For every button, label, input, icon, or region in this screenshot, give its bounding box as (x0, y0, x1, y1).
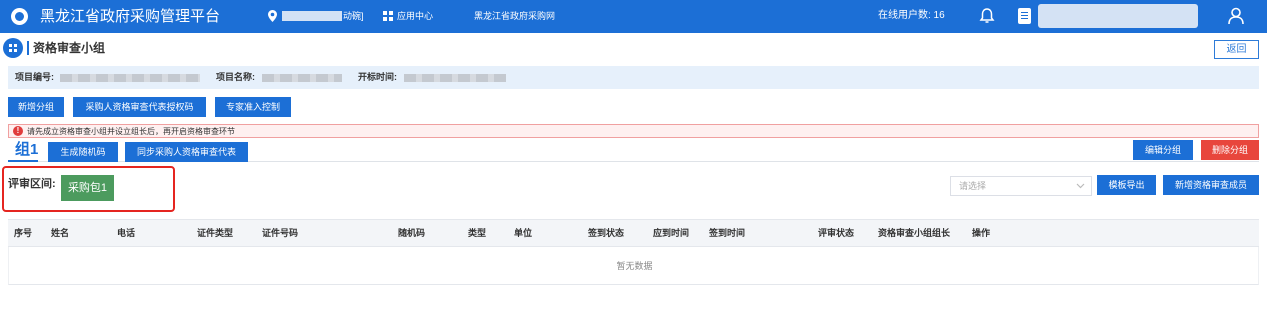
expert-access-control-button[interactable]: 专家准入控制 (215, 97, 291, 117)
redacted-location[interactable] (282, 11, 342, 21)
active-tab-indicator (8, 160, 38, 162)
template-export-button[interactable]: 模板导出 (1097, 175, 1156, 195)
empty-state-text: 暂无数据 (616, 261, 653, 271)
column-header: 签到时间 (709, 228, 746, 238)
column-header: 姓名 (51, 228, 70, 238)
redacted-project-number (60, 74, 200, 82)
select-placeholder: 请选择 (959, 181, 987, 191)
grid-icon[interactable] (383, 11, 393, 21)
procurement-package-button[interactable]: 采购包1 (61, 175, 114, 201)
column-header: 单位 (514, 228, 533, 238)
chevron-down-icon (1076, 183, 1085, 189)
warning-banner: ! 请先成立资格审查小组并设立组长后，再开启资格审查环节 (8, 124, 1259, 138)
package-select[interactable]: 请选择 (950, 176, 1092, 196)
column-header: 评审状态 (818, 228, 855, 238)
app-title: 黑龙江省政府采购管理平台 (40, 8, 221, 25)
column-header: 随机码 (398, 228, 426, 238)
top-navigation-bar: 黑龙江省政府采购管理平台 动碗] 应用中心 黑龙江省政府采购网 在线用户数: 1… (0, 0, 1267, 33)
column-header: 类型 (468, 228, 487, 238)
bell-icon[interactable] (978, 7, 996, 25)
grid-icon (3, 38, 23, 58)
redacted-open-time (404, 74, 506, 82)
column-header: 签到状态 (588, 228, 625, 238)
edit-group-button[interactable]: 编辑分组 (1133, 140, 1193, 160)
column-header: 操作 (972, 228, 991, 238)
title-accent-bar (27, 41, 29, 55)
open-time-label: 开标时间: (358, 72, 397, 82)
warning-text: 请先成立资格审查小组并设立组长后，再开启资格审查环节 (27, 127, 235, 136)
project-number-label: 项目编号: (15, 72, 54, 82)
location-pin-icon (268, 10, 277, 22)
redacted-user-info[interactable] (1038, 4, 1198, 28)
column-header: 序号 (14, 228, 33, 238)
logo-icon (11, 8, 28, 25)
authorization-code-button[interactable]: 采购人资格审查代表授权码 (73, 97, 206, 117)
back-button[interactable]: 返回 (1214, 40, 1259, 59)
add-review-member-button[interactable]: 新增资格审查成员 (1163, 175, 1259, 195)
redacted-project-name (262, 74, 342, 82)
project-name-label: 项目名称: (216, 72, 255, 82)
app-center-link[interactable]: 应用中心 (397, 10, 433, 22)
column-header: 资格审查小组组长 (878, 228, 951, 238)
delete-group-button[interactable]: 删除分组 (1201, 140, 1259, 160)
tab-group-1[interactable]: 组1 (15, 141, 38, 159)
review-zone-label: 评审区间: (8, 178, 56, 190)
exclamation-circle-icon: ! (13, 126, 23, 136)
portal-link[interactable]: 黑龙江省政府采购网 (474, 10, 555, 22)
user-icon[interactable] (1228, 7, 1244, 25)
sync-representatives-button[interactable]: 同步采购人资格审查代表 (125, 142, 248, 162)
table-body: 暂无数据 (8, 247, 1259, 285)
page-title: 资格审查小组 (33, 41, 106, 55)
column-header: 应到时间 (653, 228, 690, 238)
generate-random-code-button[interactable]: 生成随机码 (48, 142, 118, 162)
document-icon[interactable] (1018, 8, 1031, 24)
location-text[interactable]: 动碗] (343, 10, 364, 22)
new-group-button[interactable]: 新增分组 (8, 97, 64, 117)
table-header: 序号 姓名 电话 证件类型 证件号码 随机码 类型 单位 签到状态 应到时间 签… (8, 219, 1259, 247)
column-header: 证件号码 (262, 228, 299, 238)
online-users-count: 在线用户数: 16 (878, 10, 945, 21)
column-header: 电话 (117, 228, 136, 238)
column-header: 证件类型 (197, 228, 234, 238)
project-info-bar: 项目编号: 项目名称: 开标时间: (8, 66, 1259, 89)
